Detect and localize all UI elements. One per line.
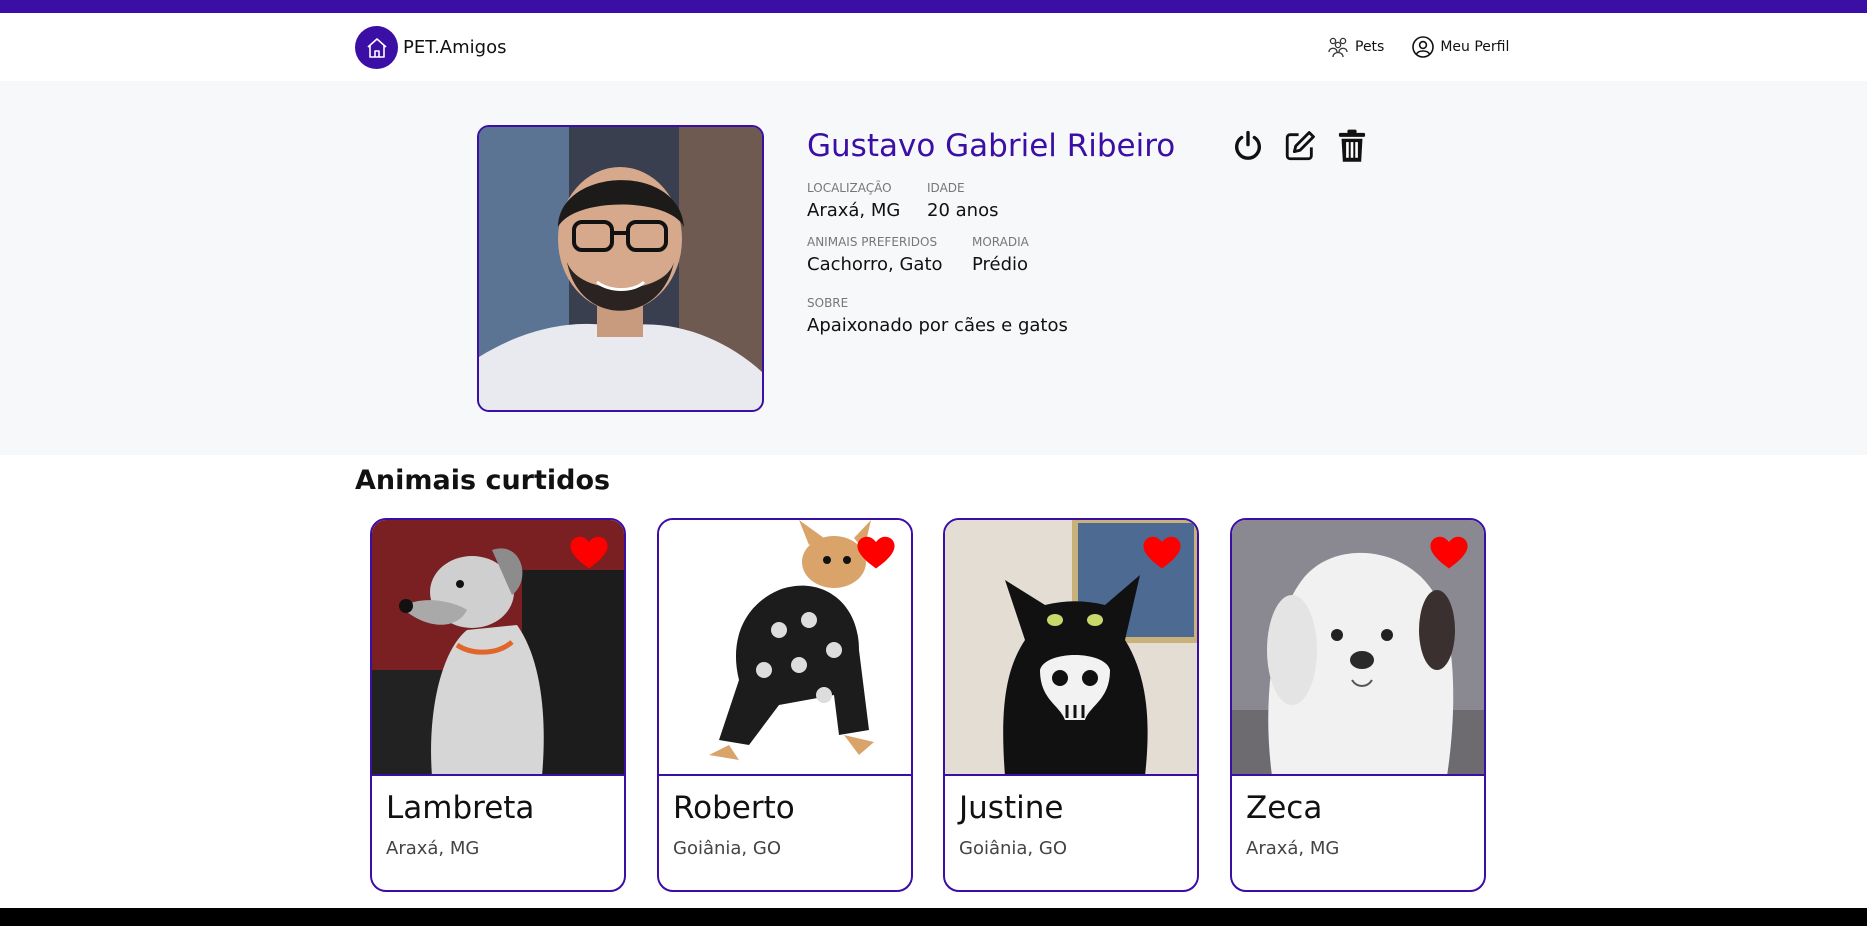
pet-name: Roberto — [673, 790, 795, 826]
field-value: Apaixonado por cães e gatos — [807, 315, 1068, 336]
delete-profile-button[interactable] — [1334, 128, 1370, 164]
field-housing: Moradia Prédio — [972, 235, 1029, 275]
pets-group-icon — [1328, 37, 1348, 58]
field-label: Animais preferidos — [807, 235, 938, 249]
pet-photo — [945, 520, 1197, 776]
pet-name: Zeca — [1246, 790, 1323, 826]
field-label: Localização — [807, 181, 892, 195]
field-label: Idade — [927, 181, 965, 195]
pet-location: Goiânia, GO — [959, 838, 1067, 859]
field-about: Sobre Apaixonado por cães e gatos — [807, 296, 1068, 336]
header: PET.Amigos Pets Meu Perfil — [0, 13, 1867, 81]
pet-location: Goiânia, GO — [673, 838, 781, 859]
heart-icon[interactable] — [1143, 536, 1181, 570]
pet-location: Araxá, MG — [1246, 838, 1340, 859]
pet-name: Lambreta — [386, 790, 535, 826]
field-label: Sobre — [807, 296, 849, 310]
heart-icon[interactable] — [857, 536, 895, 570]
edit-profile-button[interactable] — [1282, 128, 1318, 164]
brand-name: PET.Amigos — [403, 37, 507, 58]
pet-card[interactable]: Zeca Araxá, MG — [1230, 518, 1486, 892]
field-preferred-animals: Animais preferidos Cachorro, Gato — [807, 235, 943, 275]
field-value: Cachorro, Gato — [807, 254, 943, 275]
page: PET.Amigos Pets Meu Perfil Gustavo Gabri… — [0, 0, 1867, 908]
logo-link[interactable]: PET.Amigos — [355, 26, 506, 69]
home-icon — [355, 26, 398, 69]
pet-photo — [372, 520, 624, 776]
nav-item-label: Meu Perfil — [1440, 39, 1510, 55]
pet-card[interactable]: Justine Goiânia, GO — [943, 518, 1199, 892]
power-icon — [1234, 130, 1262, 160]
pet-photo — [659, 520, 911, 776]
heart-icon[interactable] — [1430, 536, 1468, 570]
user-circle-icon — [1412, 36, 1435, 58]
field-value: Araxá, MG — [807, 200, 901, 221]
edit-icon — [1285, 131, 1315, 161]
field-label: Moradia — [972, 235, 1029, 249]
nav-item-label: Pets — [1355, 39, 1385, 55]
field-value: 20 anos — [927, 200, 999, 221]
pet-card[interactable]: Lambreta Araxá, MG — [370, 518, 626, 892]
profile-avatar — [477, 125, 764, 412]
field-value: Prédio — [972, 254, 1029, 275]
logout-button[interactable] — [1230, 128, 1266, 164]
profile-name: Gustavo Gabriel Ribeiro — [807, 128, 1176, 164]
main-nav: Pets Meu Perfil — [1326, 35, 1509, 59]
pet-card[interactable]: Roberto Goiânia, GO — [657, 518, 913, 892]
nav-item-pets[interactable]: Pets — [1326, 35, 1384, 59]
pet-location: Araxá, MG — [386, 838, 480, 859]
profile-section: Gustavo Gabriel Ribeiro LOCALIZAÇÃO Arax… — [0, 81, 1867, 455]
pet-photo — [1232, 520, 1484, 776]
profile-actions — [1230, 128, 1370, 164]
liked-animals-title: Animais curtidos — [355, 465, 611, 496]
nav-item-profile[interactable]: Meu Perfil — [1411, 35, 1509, 59]
trash-icon — [1338, 129, 1366, 162]
field-location: Localização Araxá, MG — [807, 181, 900, 221]
pet-name: Justine — [959, 790, 1064, 826]
top-accent-bar — [0, 0, 1867, 13]
heart-icon[interactable] — [570, 536, 608, 570]
field-age: Idade 20 anos — [927, 181, 998, 221]
